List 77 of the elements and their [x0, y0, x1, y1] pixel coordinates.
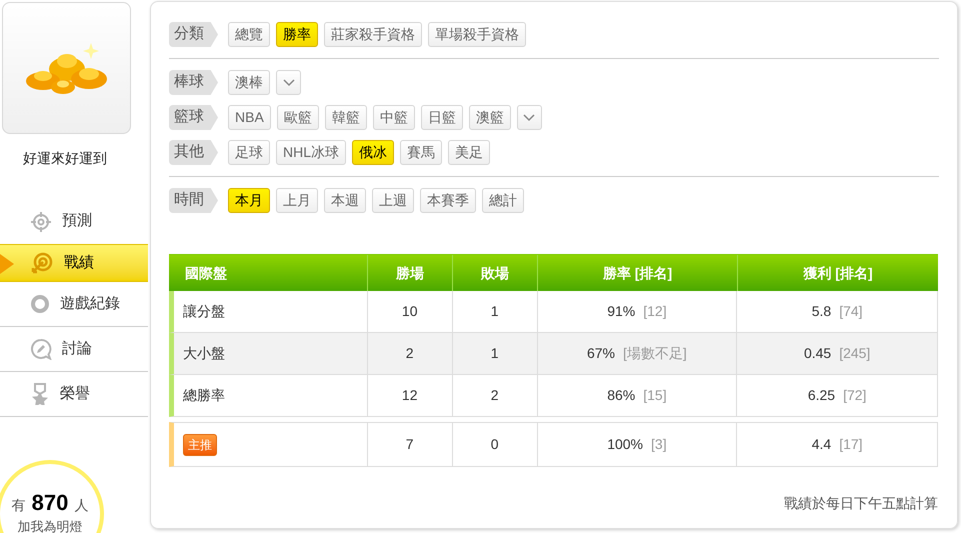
nav-item[interactable]: 討論	[0, 327, 148, 372]
filter-option[interactable]: 本月	[228, 188, 270, 213]
table-cell: 10	[368, 291, 453, 332]
nav-item[interactable]: 戰績	[0, 244, 148, 282]
crosshair-icon	[30, 210, 52, 232]
rank-text: [245]	[839, 344, 870, 363]
filter-label: 分類	[169, 22, 218, 47]
profit-value: 6.25	[808, 386, 836, 405]
table-cell: 12	[368, 375, 453, 416]
chat-pencil-icon	[30, 338, 52, 360]
filter-label: 棒球	[169, 70, 218, 95]
star-medal-icon	[30, 383, 50, 405]
filter-option[interactable]: 歐籃	[276, 105, 319, 130]
chevron-down-icon	[282, 78, 294, 86]
win-rate: 100%	[607, 435, 644, 454]
table-cell-text: 大小盤	[183, 344, 225, 363]
table-cell: 1	[452, 291, 538, 332]
filter-option[interactable]: 足球	[228, 140, 270, 165]
fans-count: 870	[32, 489, 68, 517]
filter-option[interactable]: 俄冰	[352, 140, 394, 165]
filter-option[interactable]: 澳籃	[468, 105, 511, 130]
filter-label: 其他	[169, 140, 218, 165]
filter-option[interactable]: 總計	[482, 188, 524, 213]
follow-text: 加我為明燈	[18, 519, 82, 533]
rank-text: [72]	[843, 386, 866, 405]
rank-text: [17]	[839, 435, 863, 454]
chevron-down-icon	[523, 114, 536, 122]
user-name: 好運來好運到	[23, 149, 108, 168]
win-rate: 67%	[586, 344, 616, 363]
filter-option[interactable]: NBA	[228, 105, 271, 130]
table-cell-text: 總勝率	[183, 386, 225, 405]
filter-option[interactable]: 賽馬	[400, 140, 442, 165]
filter-option[interactable]: 上週	[372, 188, 414, 213]
fans-prefix: 有	[12, 496, 26, 515]
table-cell: 7	[368, 423, 453, 466]
table-cell: 2	[368, 333, 453, 374]
rank-text: [3]	[651, 435, 667, 454]
table-cell: 2	[452, 375, 538, 416]
ring-icon	[30, 294, 50, 314]
win-rate: 86%	[607, 386, 636, 405]
nav-item[interactable]: 遊戲紀錄	[0, 282, 148, 327]
profit-value: 5.8	[812, 302, 832, 321]
table-cell: 1	[452, 333, 538, 374]
rank-text: [場數不足]	[623, 344, 687, 363]
filter-option[interactable]: 日籃	[420, 105, 463, 130]
filter-option[interactable]: 中籃	[372, 105, 415, 130]
rank-text: [74]	[839, 302, 863, 321]
filter-option[interactable]: 上月	[276, 188, 318, 213]
expand-button[interactable]	[516, 105, 542, 130]
rank-text: [12]	[643, 302, 667, 321]
footnote: 戰績於每日下午五點計算	[784, 494, 938, 513]
filter-label: 時間	[169, 188, 218, 213]
filter-option[interactable]: NHL冰球	[276, 140, 346, 165]
fans-badge[interactable]: 有 870 人 加我為明燈	[0, 460, 104, 533]
table-cell: 0	[452, 423, 538, 466]
featured-badge: 主推	[183, 434, 217, 456]
filter-option[interactable]: 美足	[448, 140, 490, 165]
filter-option[interactable]: 勝率	[276, 22, 318, 47]
filter-option[interactable]: 總覽	[228, 22, 270, 47]
target-icon	[30, 251, 54, 275]
filter-option[interactable]: 本週	[324, 188, 366, 213]
nav-item[interactable]: 榮譽	[0, 372, 148, 417]
fans-suffix: 人	[74, 496, 88, 515]
profit-value: 0.45	[804, 344, 832, 363]
filter-option[interactable]: 韓籃	[324, 105, 367, 130]
win-rate: 91%	[607, 302, 636, 321]
filter-option[interactable]: 莊家殺手資格	[324, 22, 422, 47]
expand-button[interactable]	[276, 70, 301, 95]
filter-option[interactable]: 本賽季	[420, 188, 476, 213]
profit-value: 4.4	[812, 435, 832, 454]
rank-text: [15]	[643, 386, 667, 405]
table-cell-text: 讓分盤	[183, 302, 225, 321]
nav-item[interactable]: 預測	[0, 199, 148, 244]
filter-option[interactable]: 澳棒	[228, 70, 270, 95]
filter-option[interactable]: 單場殺手資格	[428, 22, 526, 47]
filter-label: 籃球	[169, 105, 218, 130]
column-header: 獲利 [排名]	[802, 264, 874, 283]
